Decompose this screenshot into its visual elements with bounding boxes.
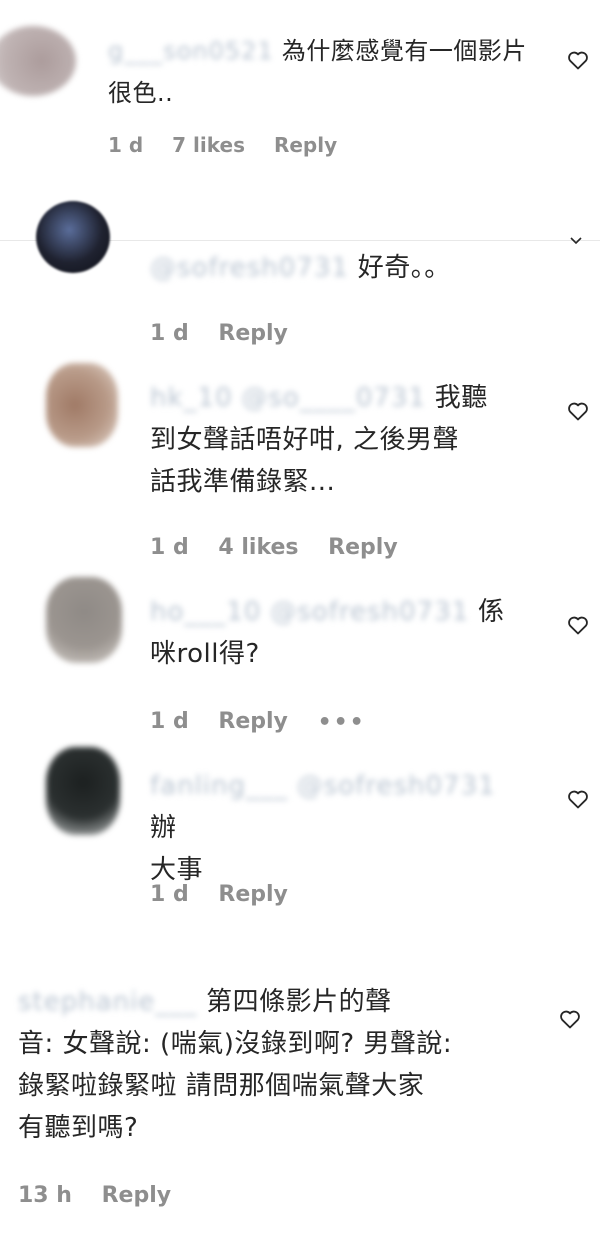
reply-button[interactable]: Reply bbox=[218, 882, 288, 907]
comment-meta: 1 d 4 likes Reply bbox=[150, 535, 420, 560]
timestamp: 1 d bbox=[108, 133, 144, 157]
comment-body-line2: 大事 bbox=[150, 855, 204, 885]
reply-button[interactable]: Reply bbox=[218, 321, 288, 346]
heart-icon bbox=[568, 790, 588, 809]
comment-meta: 1 d Reply bbox=[150, 321, 310, 346]
username-link[interactable]: stephanie___ bbox=[18, 987, 197, 1017]
like-count[interactable]: 7 likes bbox=[172, 133, 245, 157]
comment-meta: 1 d Reply bbox=[150, 882, 310, 907]
avatar[interactable] bbox=[46, 747, 120, 835]
comment-meta: 13 h Reply bbox=[18, 1183, 193, 1208]
username-link[interactable]: fanling___ bbox=[150, 771, 288, 801]
comment-body-line2: 音: 女聲說: (喘氣)沒錄到啊? 男聲說: bbox=[18, 1029, 453, 1059]
heart-icon bbox=[568, 402, 588, 421]
comment-body-line1: 為什麼感覺有一個影片 bbox=[281, 37, 527, 65]
comment-body-line4: 有聽到嗎? bbox=[18, 1113, 139, 1143]
comment-text: @sofresh0731 好奇。。 bbox=[150, 247, 570, 289]
comment-body-line2: 咪roll得? bbox=[150, 639, 260, 669]
avatar[interactable] bbox=[0, 26, 76, 96]
comment-text: ho___10 @sofresh0731 係 咪roll得? bbox=[150, 591, 530, 675]
reply-button[interactable]: Reply bbox=[274, 133, 337, 157]
like-button[interactable] bbox=[566, 613, 590, 637]
comment-body-line1: 辦 bbox=[150, 813, 177, 843]
comment-body-line1: 我聽 bbox=[434, 383, 488, 413]
comment-meta: 1 d Reply ••• bbox=[150, 709, 388, 735]
comment-thread: @sofresh0731 好奇。。 1 d Reply hk_10 @so___… bbox=[0, 201, 600, 951]
comment-meta: 1 d 7 likes Reply bbox=[108, 133, 359, 157]
comment-body-line3: 錄緊啦錄緊啦 請問那個喘氣聲大家 bbox=[18, 1071, 425, 1101]
timestamp: 1 d bbox=[150, 709, 189, 734]
avatar[interactable] bbox=[36, 201, 110, 273]
comment-body-line1: 係 bbox=[477, 597, 505, 627]
mention-link[interactable]: @so____0731 bbox=[241, 383, 426, 413]
reply-button[interactable]: Reply bbox=[102, 1183, 172, 1208]
timestamp: 1 d bbox=[150, 535, 189, 560]
timestamp: 1 d bbox=[150, 882, 189, 907]
like-button[interactable] bbox=[566, 48, 590, 72]
comment-body-line2: 很色.. bbox=[108, 79, 174, 107]
mention-link[interactable]: @sofresh0731 bbox=[270, 597, 469, 627]
username-link[interactable]: hk_10 bbox=[150, 383, 233, 413]
comment-body-line1: 第四條影片的聲 bbox=[206, 987, 392, 1017]
comment-body-line2: 到女聲話唔好咁, 之後男聲 bbox=[150, 425, 460, 455]
like-count[interactable]: 4 likes bbox=[218, 535, 298, 560]
avatar[interactable] bbox=[46, 363, 118, 447]
heart-icon bbox=[560, 1010, 580, 1029]
comment-text: stephanie___ 第四條影片的聲 音: 女聲說: (喘氣)沒錄到啊? 男… bbox=[18, 981, 538, 1149]
like-button[interactable] bbox=[566, 787, 590, 811]
timestamp: 13 h bbox=[18, 1183, 72, 1208]
like-button[interactable] bbox=[566, 399, 590, 423]
heart-icon bbox=[568, 616, 588, 635]
avatar[interactable] bbox=[46, 577, 122, 663]
like-button[interactable] bbox=[558, 1007, 582, 1031]
comment-text: hk_10 @so____0731 我聽 到女聲話唔好咁, 之後男聲 話我準備錄… bbox=[150, 377, 520, 503]
more-options-icon[interactable]: ••• bbox=[318, 710, 366, 735]
mention-link[interactable]: @sofresh0731 bbox=[150, 253, 349, 283]
timestamp: 1 d bbox=[150, 321, 189, 346]
comment-body: 好奇。。 bbox=[357, 253, 451, 283]
comment-block-3: stephanie___ 第四條影片的聲 音: 女聲說: (喘氣)沒錄到啊? 男… bbox=[0, 975, 600, 1239]
chevron-down-icon[interactable] bbox=[568, 233, 584, 249]
comment-block-1: g___son0521 為什麼感覺有一個影片 很色.. 1 d 7 likes … bbox=[0, 0, 600, 240]
reply-button[interactable]: Reply bbox=[218, 709, 288, 734]
mention-link[interactable]: @sofresh0731 bbox=[297, 771, 496, 801]
comment-body-line3: 話我準備錄緊... bbox=[150, 467, 336, 497]
heart-icon bbox=[568, 51, 588, 70]
reply-button[interactable]: Reply bbox=[328, 535, 398, 560]
username-link[interactable]: ho___10 bbox=[150, 597, 261, 627]
comment-text: g___son0521 為什麼感覺有一個影片 很色.. bbox=[108, 30, 548, 114]
username-link[interactable]: g___son0521 bbox=[108, 37, 274, 65]
comment-text: fanling___ @sofresh0731 辦 大事 bbox=[150, 765, 530, 891]
